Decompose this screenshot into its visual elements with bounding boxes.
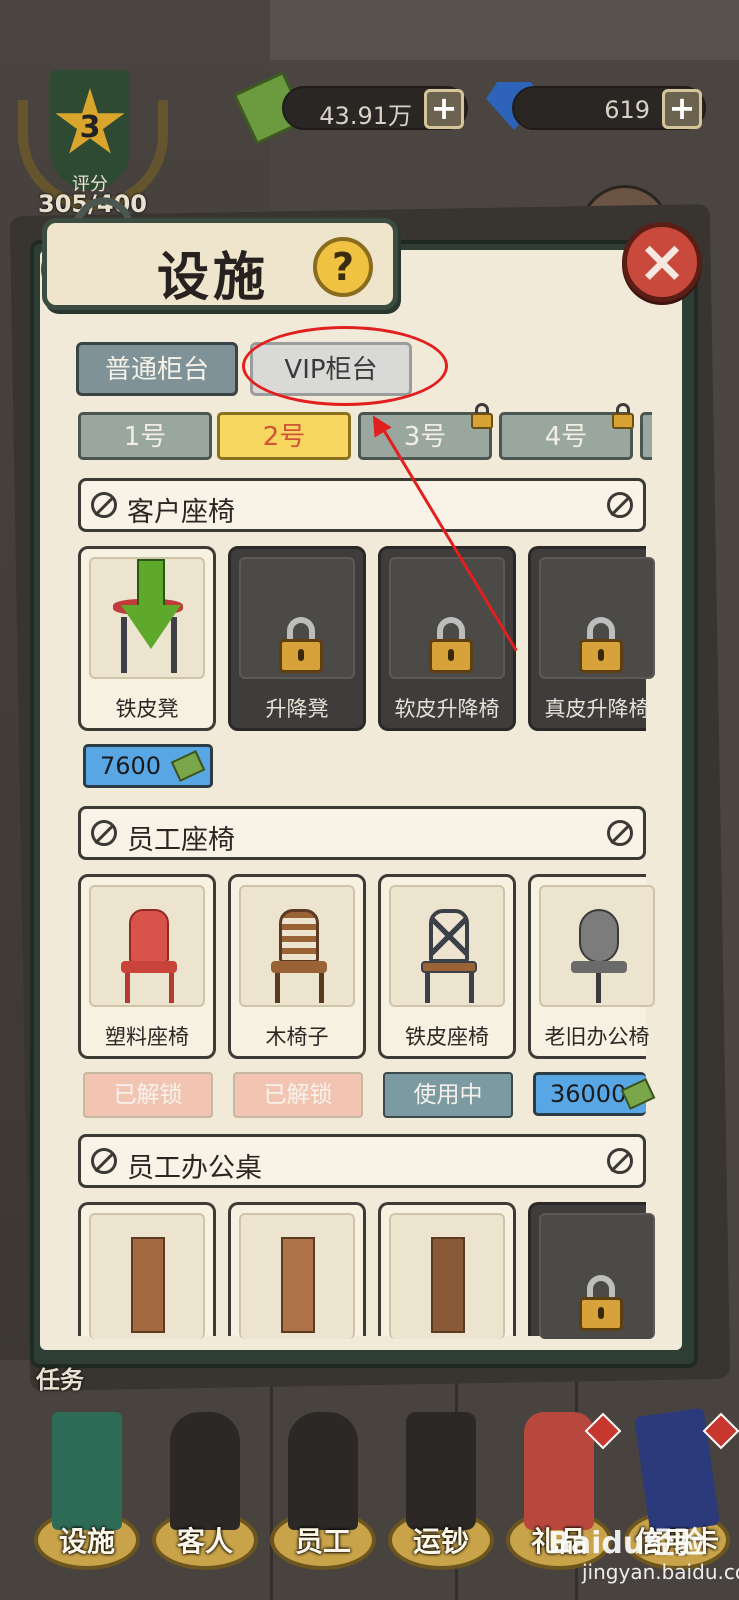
help-button[interactable]: ? <box>313 237 373 297</box>
rating-value: 3 <box>79 110 101 145</box>
counter-tab-4[interactable]: 4号 <box>499 403 634 460</box>
old-office-chair-image <box>539 885 655 1007</box>
close-button[interactable]: × <box>622 222 702 302</box>
item-name: 升降凳 <box>265 697 329 721</box>
truck-icon <box>406 1412 476 1530</box>
nav-facilities[interactable]: 设施 <box>28 1412 146 1600</box>
section-title: 员工座椅 <box>127 825 235 856</box>
add-cash-button[interactable]: + <box>424 89 464 129</box>
item-card-locked[interactable]: 升降凳 <box>228 546 366 731</box>
item-name: 软皮升降椅 <box>394 697 500 721</box>
price-value: 7600 <box>100 752 162 780</box>
dialog-title-card: 设施 ? <box>42 218 398 310</box>
item-name: 木椅子 <box>265 1025 329 1049</box>
desk-image <box>239 1213 355 1339</box>
iron-stool-image <box>89 557 205 679</box>
status-badge-unlocked[interactable]: 已解锁 <box>83 1072 213 1118</box>
price-value: 36000 <box>550 1080 627 1108</box>
rating-badge[interactable]: 3 评分 305/400 <box>10 70 175 220</box>
item-card[interactable]: 老旧办公椅 <box>528 874 655 1059</box>
item-card[interactable]: 木椅子 <box>228 874 366 1059</box>
lock-icon <box>612 403 634 429</box>
annotation-circle <box>242 326 448 406</box>
status-badge-in-use[interactable]: 使用中 <box>383 1072 513 1118</box>
item-name: 真皮升降椅 <box>544 697 650 721</box>
item-card[interactable]: 塑料座椅 <box>78 874 216 1059</box>
ban-icon <box>607 820 633 846</box>
gem-counter: 619 + <box>512 86 706 130</box>
watermark: Baidu经验 <box>548 1526 705 1561</box>
item-name: 塑料座椅 <box>105 1025 189 1049</box>
nav-customers[interactable]: 客人 <box>146 1412 264 1600</box>
nav-label: 运钞 <box>412 1525 469 1558</box>
section-staff-seats: 员工座椅 <box>78 806 646 860</box>
padlock-icon <box>579 617 623 673</box>
ban-icon <box>91 492 117 518</box>
item-card-locked[interactable]: 软皮升降椅 <box>378 546 516 731</box>
counter-tab-2[interactable]: 2号 <box>217 412 351 460</box>
nav-label: 设施 <box>58 1525 115 1558</box>
item-card-locked[interactable] <box>528 1202 655 1339</box>
item-card-locked[interactable]: 真皮升降椅 <box>528 546 655 731</box>
section-customer-seats: 客户座椅 <box>78 478 646 532</box>
arrow-down-icon <box>121 559 181 649</box>
desk-image <box>89 1213 205 1339</box>
page-title: 设施 <box>157 248 270 308</box>
buy-price-button[interactable]: 36000 <box>533 1072 656 1116</box>
item-card[interactable]: 铁皮座椅 <box>378 874 516 1059</box>
item-name: 铁皮座椅 <box>405 1025 489 1049</box>
add-gems-button[interactable]: + <box>662 89 702 129</box>
cash-icon <box>170 750 206 782</box>
padlock-icon <box>279 617 323 673</box>
item-name: 老旧办公椅 <box>544 1025 650 1049</box>
padlock-icon <box>429 617 473 673</box>
bag-icon <box>524 1412 594 1530</box>
counter-tab-label: 4号 <box>544 422 588 452</box>
lock-icon <box>471 403 493 429</box>
section-title: 员工办公桌 <box>127 1153 262 1184</box>
tasks-label[interactable]: 任务 <box>36 1360 84 1395</box>
padlock-icon <box>579 1275 623 1331</box>
tab-normal-counter[interactable]: 普通柜台 <box>76 342 238 396</box>
nav-label: 客人 <box>176 1525 233 1558</box>
cash-counter: 43.91万 + <box>282 86 468 130</box>
nav-staff[interactable]: 员工 <box>264 1412 382 1600</box>
buy-price-button[interactable]: 7600 <box>83 744 213 788</box>
atm-icon <box>52 1412 122 1530</box>
desk-image <box>389 1213 505 1339</box>
counter-tab-label: 3号 <box>403 422 447 452</box>
background-wall <box>270 0 739 60</box>
ban-icon <box>607 492 633 518</box>
item-name: 铁皮凳 <box>115 697 179 721</box>
section-title: 客户座椅 <box>127 497 235 528</box>
wood-chair-image <box>239 885 355 1007</box>
counter-tab-1[interactable]: 1号 <box>78 412 212 460</box>
ban-icon <box>91 820 117 846</box>
status-badge-unlocked[interactable]: 已解锁 <box>233 1072 363 1118</box>
cash-amount: 43.91万 <box>319 102 412 130</box>
section-staff-desks: 员工办公桌 <box>78 1134 646 1188</box>
nav-label: 员工 <box>294 1525 351 1558</box>
close-icon: × <box>637 227 687 295</box>
watermark-url: jingyan.baidu.com <box>582 1560 739 1584</box>
item-card[interactable]: 铁皮凳 <box>78 546 216 731</box>
item-card[interactable] <box>228 1202 366 1339</box>
item-card[interactable] <box>378 1202 516 1339</box>
ban-icon <box>91 1148 117 1174</box>
ban-icon <box>607 1148 633 1174</box>
item-card[interactable] <box>78 1202 216 1339</box>
gem-amount: 619 <box>604 96 650 124</box>
iron-chair-image <box>389 885 505 1007</box>
plastic-chair-image <box>89 885 205 1007</box>
staff-icon <box>288 1412 358 1530</box>
nav-cash-transport[interactable]: 运钞 <box>382 1412 500 1600</box>
counter-tab-more[interactable] <box>640 412 652 460</box>
customer-icon <box>170 1412 240 1530</box>
